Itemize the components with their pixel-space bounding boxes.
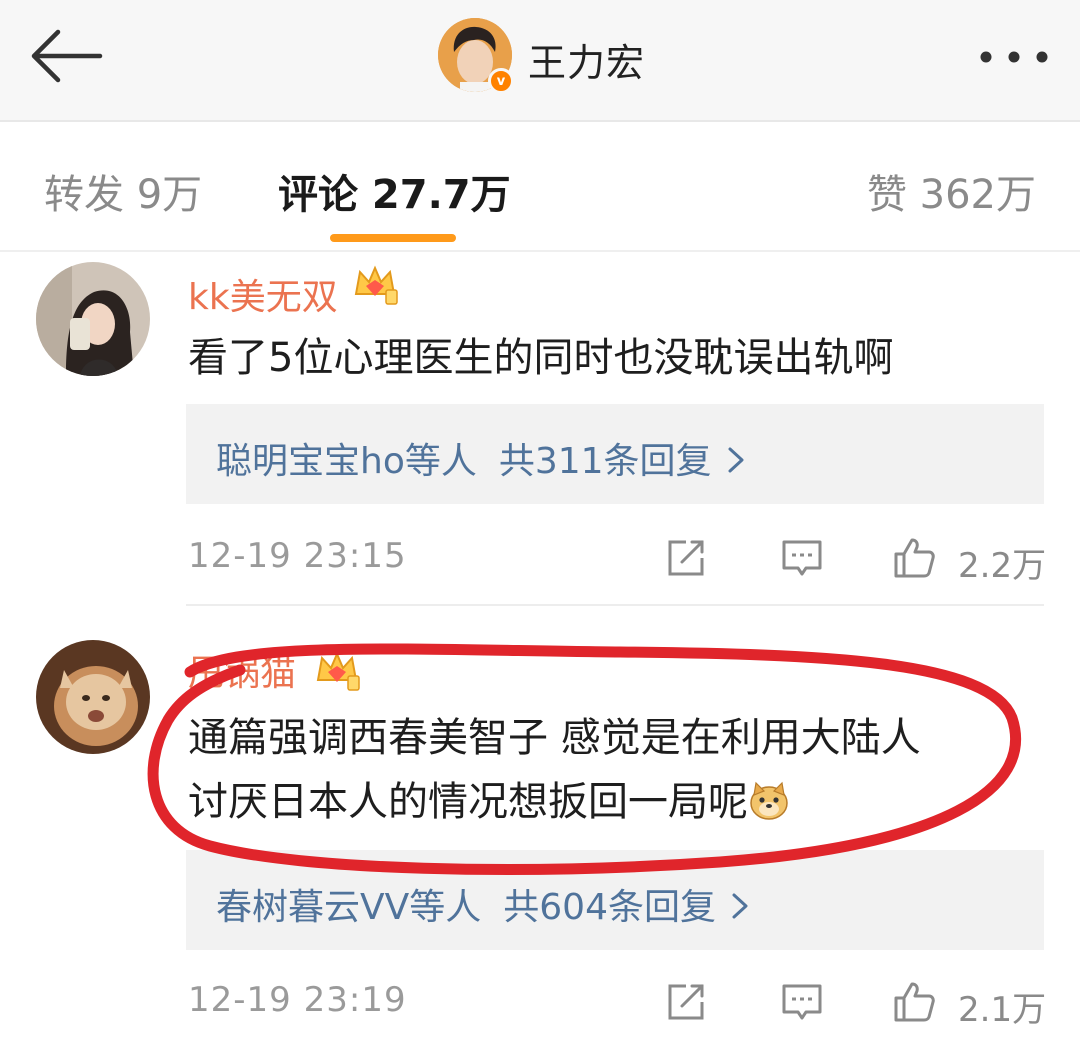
replies-preview[interactable]: 春树暮云VV等人 共604条回复: [186, 850, 1044, 950]
commenter-avatar[interactable]: [36, 640, 150, 754]
reply-count: 共604条回复: [503, 887, 716, 928]
share-icon[interactable]: [664, 536, 708, 580]
comment-time: 12-19 23:19: [188, 980, 407, 1020]
like-count[interactable]: 2.2万: [958, 538, 1046, 587]
commenter-avatar[interactable]: [36, 262, 150, 376]
tab-bar: 转发 9万 评论 27.7万 赞 362万: [0, 122, 1080, 252]
top-bar: v 王力宏: [0, 0, 1080, 122]
chevron-right-icon: [732, 893, 748, 919]
back-button[interactable]: [26, 24, 106, 88]
thumbs-up-icon[interactable]: [892, 980, 936, 1024]
page-title[interactable]: 王力宏: [528, 32, 645, 87]
comment-time: 12-19 23:15: [188, 536, 407, 576]
comment-meta: 12-19 23:15 2.2万: [188, 534, 1048, 587]
commenter-username[interactable]: kk美无双: [188, 268, 338, 320]
more-button[interactable]: [976, 40, 1056, 74]
crown-level-icon: [354, 265, 398, 305]
replies-preview[interactable]: 聪明宝宝ho等人 共311条回复: [186, 404, 1044, 504]
commenter-username[interactable]: 甩锅猫: [188, 644, 296, 696]
comment-icon[interactable]: [780, 980, 824, 1024]
doge-emoji: [750, 781, 788, 820]
tab-comment[interactable]: 评论 27.7万: [278, 162, 511, 220]
tab-repost[interactable]: 转发 9万: [44, 162, 202, 220]
verified-badge-icon: v: [488, 68, 514, 94]
reply-count: 共311条回复: [498, 441, 712, 482]
more-dots-icon: [980, 51, 1048, 63]
author-avatar[interactable]: v: [438, 18, 514, 94]
active-tab-indicator: [330, 234, 456, 242]
share-icon[interactable]: [664, 980, 708, 1024]
comment-item: 甩锅猫 通篇强调西春美智子 感觉是在利用大陆人 讨厌日本人的情况想扳回一局呢 春…: [0, 606, 1080, 1046]
reply-names: 聪明宝宝ho等人: [216, 441, 477, 482]
comment-text: 通篇强调西春美智子 感觉是在利用大陆人 讨厌日本人的情况想扳回一局呢: [188, 715, 921, 825]
crown-level-icon: [316, 651, 360, 691]
comment-icon[interactable]: [780, 536, 824, 580]
tab-like[interactable]: 赞 362万: [867, 162, 1036, 220]
comment-item: kk美无双 看了5位心理医生的同时也没耽误出轨啊 聪明宝宝ho等人 共311条回复…: [0, 252, 1080, 606]
thumbs-up-icon[interactable]: [892, 536, 936, 580]
chevron-right-icon: [728, 447, 744, 473]
comment-text: 看了5位心理医生的同时也没耽误出轨啊: [188, 335, 894, 381]
reply-names: 春树暮云VV等人: [216, 887, 482, 928]
weibo-comments-page: v 王力宏 转发 9万 评论 27.7万 赞 362万 kk美无双 看了5位心理…: [0, 0, 1080, 1046]
arrow-left-icon: [31, 29, 103, 83]
comment-meta: 12-19 23:19 2.1万: [188, 978, 1048, 1031]
like-count[interactable]: 2.1万: [958, 982, 1046, 1031]
